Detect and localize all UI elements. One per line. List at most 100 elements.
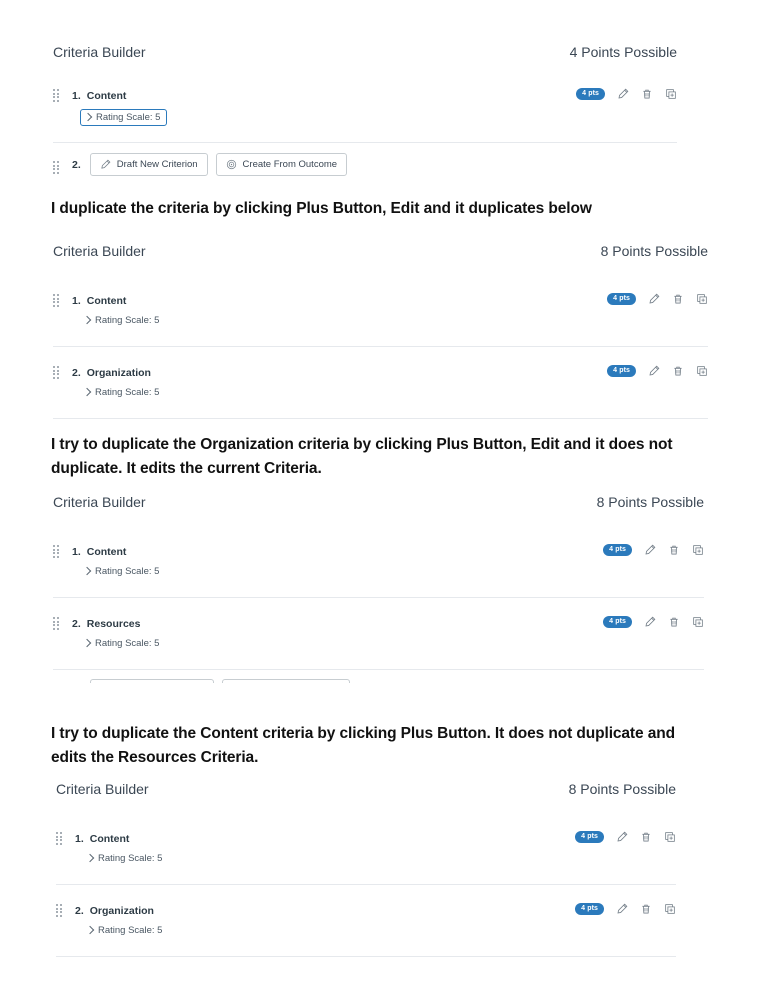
table-row: 2. Organization Rating Scale: 5 4 pts [56, 895, 676, 942]
rating-scale-label: Rating Scale: 5 [98, 925, 163, 936]
rating-scale-toggle[interactable]: Rating Scale: 5 [82, 314, 161, 327]
create-from-outcome-button[interactable]: Create From Outcome [221, 679, 350, 683]
criterion-heading: 1. Content [75, 829, 575, 847]
drag-handle-icon[interactable] [53, 161, 61, 174]
drag-handle-icon[interactable] [56, 904, 64, 917]
draft-new-criterion-button[interactable]: Draft New Criterion [89, 153, 208, 176]
points-possible: 8 Points Possible [568, 781, 676, 797]
rating-scale-label: Rating Scale: 5 [98, 853, 163, 864]
criterion-actions: 4 pts [607, 291, 708, 305]
pencil-icon[interactable] [615, 830, 628, 843]
criterion-index: 1. [72, 295, 81, 307]
criterion-name: Resources [86, 618, 141, 630]
criterion-index: 1. [72, 90, 81, 102]
trash-icon[interactable] [640, 87, 653, 100]
criterion-index: 1. [75, 833, 84, 845]
duplicate-plus-icon[interactable] [695, 292, 708, 305]
add-criterion-row: 2. Draft New Criterion Create From Outco… [53, 146, 677, 176]
trash-icon[interactable] [639, 830, 652, 843]
points-badge: 4 pts [607, 364, 636, 377]
pencil-icon[interactable] [616, 87, 629, 100]
table-row: 2. Resources Rating Scale: 5 4 pts [53, 608, 704, 655]
page-title: Criteria Builder [56, 781, 149, 797]
criterion-index: 2. [72, 158, 81, 171]
criterion-actions: 4 pts [607, 363, 708, 377]
criterion-main: 1. Content Rating Scale: 5 [53, 86, 576, 126]
criterion-actions: 4 pts [576, 86, 677, 100]
drag-handle-icon[interactable] [56, 832, 64, 845]
criterion-body: 2. Resources Rating Scale: 5 [72, 614, 603, 651]
rating-scale-toggle[interactable]: Rating Scale: 5 [80, 109, 168, 126]
row-divider [56, 956, 676, 957]
rating-scale-toggle[interactable]: Rating Scale: 5 [85, 924, 164, 937]
criterion-heading: 2. Organization [75, 901, 575, 919]
criterion-index: 2. [72, 618, 81, 630]
duplicate-plus-icon[interactable] [663, 830, 676, 843]
criterion-name: Content [86, 546, 127, 558]
drag-handle-icon[interactable] [53, 366, 61, 379]
drag-handle-icon[interactable] [53, 89, 61, 102]
table-row: 1. Content Rating Scale: 5 4 pts [53, 285, 708, 332]
rating-scale-label: Rating Scale: 5 [95, 566, 160, 577]
table-row: 1. Content Rating Scale: 5 4 pts [53, 80, 677, 130]
duplicate-plus-icon[interactable] [663, 902, 676, 915]
document-page: Criteria Builder 4 Points Possible 1. Con… [0, 0, 772, 999]
drag-handle-icon[interactable] [53, 617, 61, 630]
pencil-icon[interactable] [643, 615, 656, 628]
chevron-right-icon [83, 112, 93, 122]
duplicate-plus-icon[interactable] [695, 364, 708, 377]
criteria-list: 1. Content Rating Scale: 5 4 pts [53, 80, 677, 176]
duplicate-plus-icon[interactable] [664, 87, 677, 100]
pencil-icon[interactable] [615, 902, 628, 915]
rating-scale-label: Rating Scale: 5 [96, 112, 161, 123]
page-title: Criteria Builder [53, 494, 146, 510]
note-paragraph-2: I try to duplicate the Organization crit… [51, 436, 673, 478]
note-paragraph-3: I try to duplicate the Content criteria … [51, 725, 675, 767]
criterion-name: Content [89, 833, 130, 845]
points-badge: 4 pts [576, 87, 605, 100]
trash-icon[interactable] [639, 902, 652, 915]
criteria-list: 1. Content Rating Scale: 5 4 pts [53, 285, 708, 419]
trash-icon[interactable] [667, 543, 680, 556]
duplicate-plus-icon[interactable] [691, 615, 704, 628]
row-divider [53, 418, 708, 419]
criterion-actions: 4 pts [575, 901, 676, 915]
criterion-body: 1. Content Rating Scale: 5 [75, 829, 575, 866]
rating-scale-toggle[interactable]: Rating Scale: 5 [82, 565, 161, 578]
criterion-body: 2. Organization Rating Scale: 5 [72, 363, 607, 400]
chevron-right-icon [82, 638, 92, 648]
pencil-icon[interactable] [647, 292, 660, 305]
rating-scale-toggle[interactable]: Rating Scale: 5 [82, 386, 161, 399]
criterion-heading: 1. Content [72, 542, 603, 560]
points-badge: 4 pts [603, 543, 632, 556]
criterion-main: 1. Content Rating Scale: 5 [53, 542, 603, 579]
outcome-target-icon [226, 159, 237, 170]
points-possible: 4 Points Possible [569, 44, 677, 60]
trash-icon[interactable] [671, 364, 684, 377]
pencil-icon[interactable] [647, 364, 660, 377]
chevron-right-icon [82, 566, 92, 576]
add-criterion-row: 3. Draft New Criterion Create From Outco… [53, 670, 704, 683]
drag-handle-icon[interactable] [53, 545, 61, 558]
chevron-right-icon [82, 315, 92, 325]
create-from-outcome-button[interactable]: Create From Outcome [215, 153, 348, 176]
shot-header: Criteria Builder 8 Points Possible [53, 494, 704, 510]
criterion-heading: 1. Content [72, 86, 576, 104]
criterion-heading: 1. Content [72, 291, 607, 309]
points-badge: 4 pts [603, 615, 632, 628]
criterion-name: Content [86, 90, 127, 102]
rating-scale-toggle[interactable]: Rating Scale: 5 [82, 637, 161, 650]
rating-scale-toggle[interactable]: Rating Scale: 5 [85, 852, 164, 865]
criterion-name: Organization [89, 905, 154, 917]
criterion-body: 1. Content Rating Scale: 5 [72, 542, 603, 579]
draft-new-criterion-button[interactable]: Draft New Criterion [89, 679, 214, 683]
criterion-main: 1. Content Rating Scale: 5 [56, 829, 575, 866]
criterion-actions: 4 pts [603, 542, 704, 556]
drag-handle-icon[interactable] [53, 294, 61, 307]
pencil-icon[interactable] [643, 543, 656, 556]
criterion-main: 2. Organization Rating Scale: 5 [56, 901, 575, 938]
trash-icon[interactable] [671, 292, 684, 305]
duplicate-plus-icon[interactable] [691, 543, 704, 556]
page-title: Criteria Builder [53, 243, 146, 259]
trash-icon[interactable] [667, 615, 680, 628]
